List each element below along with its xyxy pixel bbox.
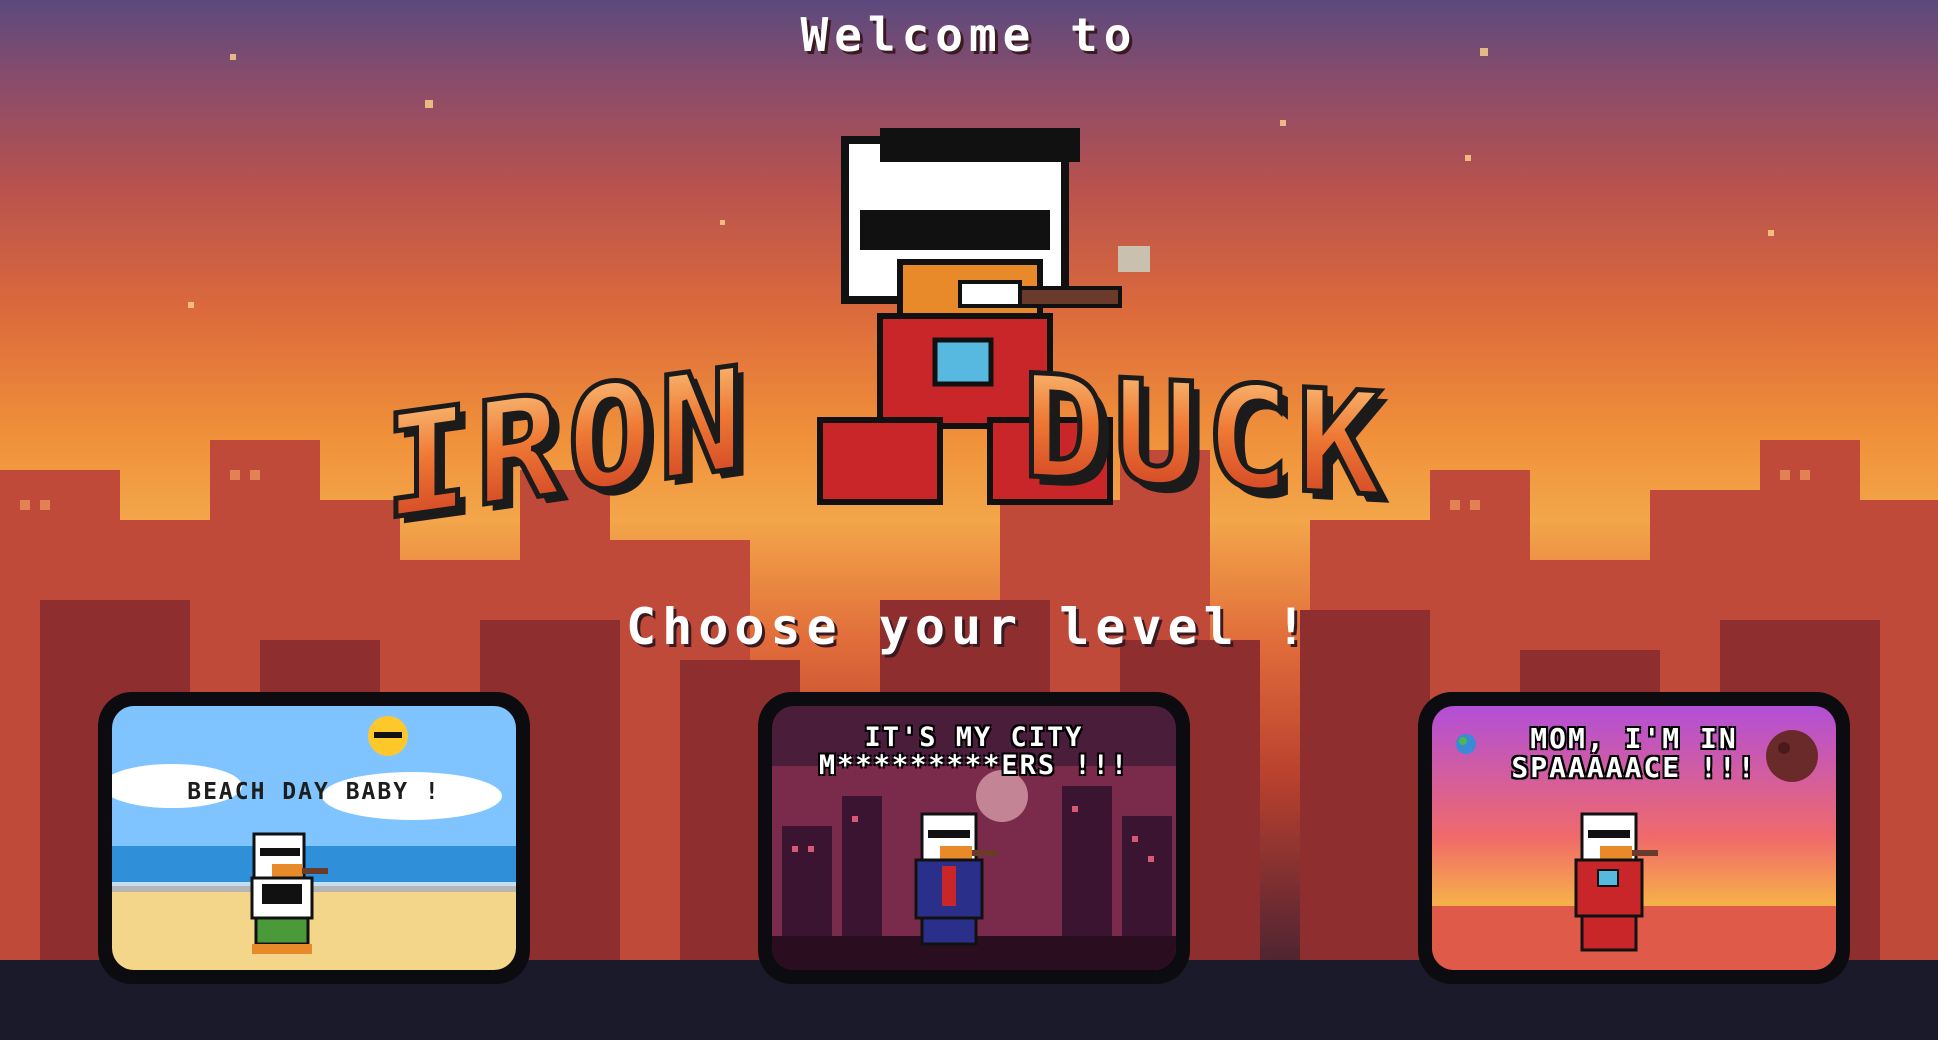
level-preview-space: MOM, I'M IN SPAAAAACE !!! xyxy=(1432,706,1836,970)
level-preview-beach: BEACH DAY BABY ! xyxy=(112,706,516,970)
svg-text:IRON: IRON xyxy=(384,335,750,552)
svg-text:DUCK: DUCK xyxy=(1022,344,1388,529)
caption-line: IT'S MY CITY xyxy=(864,722,1084,753)
sun-icon xyxy=(368,716,408,756)
choose-level-heading: Choose your level ! xyxy=(626,598,1312,656)
level-card-space[interactable]: MOM, I'M IN SPAAAAACE !!! xyxy=(1418,692,1850,984)
caption-line: MOM, I'M IN xyxy=(1530,722,1738,755)
level-caption-beach: BEACH DAY BABY ! xyxy=(187,779,441,805)
iron-duck-logo: IRON IRON DUCK DUCK xyxy=(382,128,1396,559)
caption-line: M*********ERS !!! xyxy=(818,750,1130,782)
level-preview-city: IT'S MY CITY M*********ERS !!! xyxy=(772,706,1176,970)
caption-line: SPAAAAACE !!! xyxy=(1511,751,1757,785)
level-card-beach[interactable]: BEACH DAY BABY ! xyxy=(98,692,530,984)
level-card-city[interactable]: IT'S MY CITY M*********ERS !!! xyxy=(758,692,1190,984)
level-caption-city: IT'S MY CITY M*********ERS !!! xyxy=(772,722,1176,782)
level-caption-space: MOM, I'M IN SPAAAAACE !!! xyxy=(1432,724,1836,783)
